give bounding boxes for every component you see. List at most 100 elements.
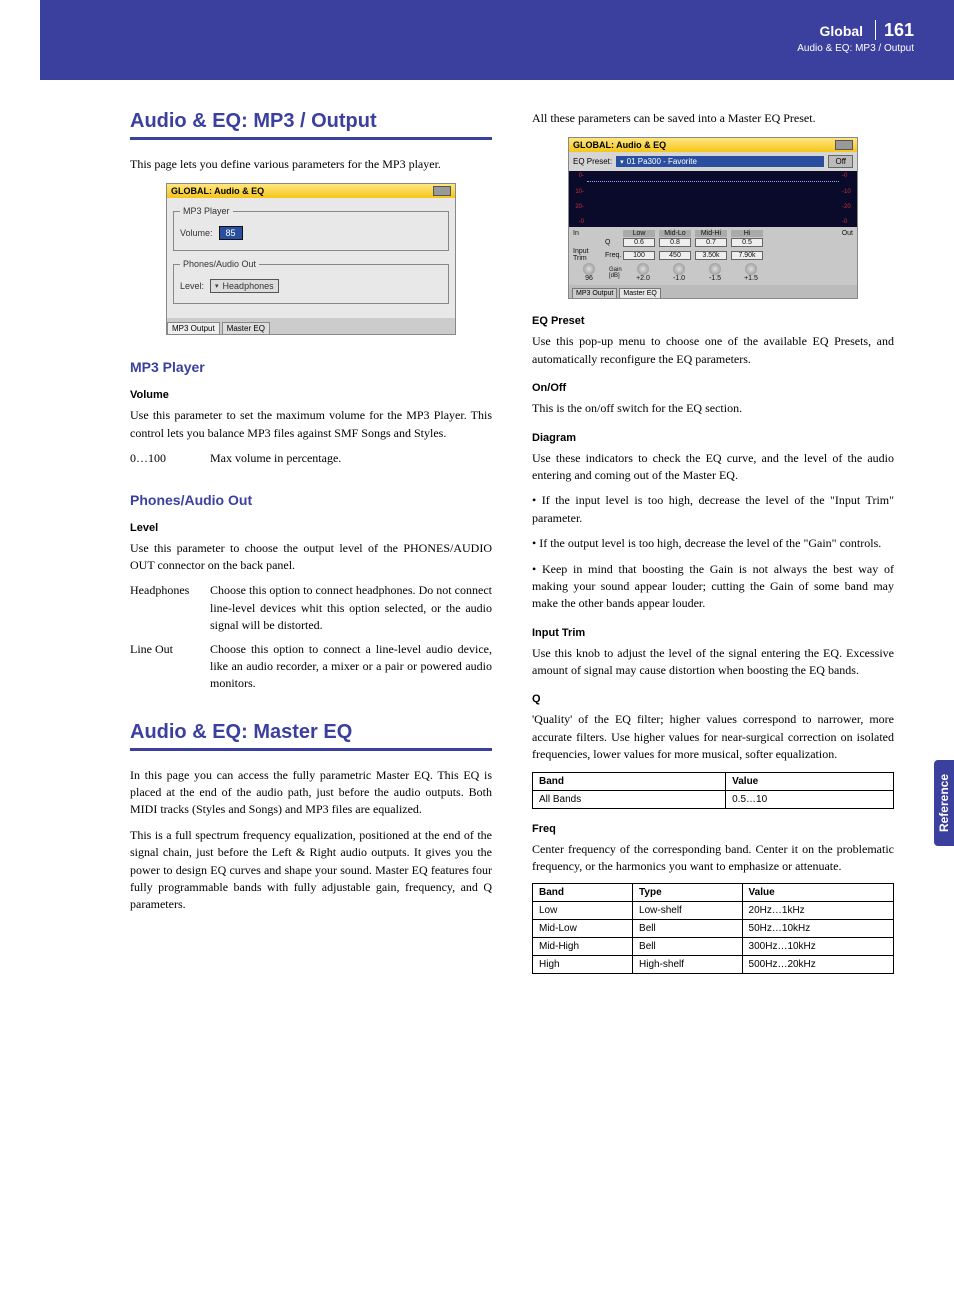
para-eq-preset: Use this pop-up menu to choose one of th…	[532, 333, 894, 368]
q-cell: 0.6	[623, 238, 655, 247]
col-hdr: Low	[623, 230, 655, 237]
bullet-d2: If the output level is too high, decreas…	[532, 535, 894, 552]
shot1-level-label: Level:	[180, 281, 204, 291]
shot1-volume-value: 85	[219, 226, 243, 240]
header-breadcrumb: Audio & EQ: MP3 / Output	[797, 43, 914, 54]
th: Value	[742, 884, 893, 902]
tick: -10	[842, 189, 856, 195]
subhead-level: Level	[130, 522, 492, 534]
knob-icon	[745, 263, 757, 275]
para-level: Use this parameter to choose the output …	[130, 540, 492, 575]
shot1-level-value: Headphones	[223, 281, 274, 291]
shot2-preset-label: EQ Preset:	[573, 157, 612, 166]
def-headphones-term: Headphones	[130, 582, 210, 634]
menu-icon	[433, 186, 451, 196]
td: Low	[533, 902, 633, 920]
para-master2: This is a full spectrum frequency equali…	[130, 827, 492, 914]
td: Bell	[633, 920, 743, 938]
header-crumb: Global 161 Audio & EQ: MP3 / Output	[797, 20, 914, 54]
td: Bell	[633, 938, 743, 956]
para-input-trim: Use this knob to adjust the level of the…	[532, 645, 894, 680]
q-cell: 0.8	[659, 238, 691, 247]
right-column: All these parameters can be saved into a…	[532, 110, 894, 988]
heading-rule	[130, 137, 492, 140]
q-cell: 0.5	[731, 238, 763, 247]
def-volume-def: Max volume in percentage.	[210, 450, 492, 467]
freq-cell: 100	[623, 251, 655, 260]
td: High-shelf	[633, 956, 743, 974]
td: 20Hz…1kHz	[742, 902, 893, 920]
tick: 20-	[570, 204, 584, 210]
knob-icon	[709, 263, 721, 275]
shot1-tab-mastereq: Master EQ	[222, 322, 270, 334]
menu-icon	[835, 140, 853, 150]
th: Band	[533, 772, 726, 790]
gain-val: -1.0	[673, 275, 685, 282]
subhead-input-trim: Input Trim	[532, 627, 894, 639]
trim-label: Input Trim	[573, 248, 601, 262]
para-diagram: Use these indicators to check the EQ cur…	[532, 450, 894, 485]
gain-val: +1.5	[744, 275, 758, 282]
subhead-freq: Freq	[532, 823, 894, 835]
shot2-off-button: Off	[828, 155, 853, 168]
para-volume: Use this parameter to set the maximum vo…	[130, 407, 492, 442]
para-q: 'Quality' of the EQ filter; higher value…	[532, 711, 894, 763]
subhead-onoff: On/Off	[532, 382, 894, 394]
screenshot-mp3-output: GLOBAL: Audio & EQ MP3 Player Volume: 85…	[166, 183, 456, 335]
col-hdr: Mid-Lo	[659, 230, 691, 237]
td: 500Hz…20kHz	[742, 956, 893, 974]
subhead-diagram: Diagram	[532, 432, 894, 444]
table-q: BandValue All Bands0.5…10	[532, 772, 894, 809]
heading-rule-2	[130, 748, 492, 751]
para-master1: In this page you can access the fully pa…	[130, 767, 492, 819]
heading-master-eq: Audio & EQ: Master EQ	[130, 721, 492, 744]
para-freq: Center frequency of the corresponding ba…	[532, 841, 894, 876]
para-onoff: This is the on/off switch for the EQ sec…	[532, 400, 894, 417]
freq-label: Freq.	[605, 252, 619, 259]
col-hdr: Mid-Hi	[695, 230, 727, 237]
tick: 10-	[570, 189, 584, 195]
td: All Bands	[533, 790, 726, 808]
header-banner: Global 161 Audio & EQ: MP3 / Output	[40, 0, 954, 80]
shot1-group1-legend: MP3 Player	[180, 206, 233, 216]
bullet-d3: Keep in mind that boosting the Gain is n…	[532, 561, 894, 613]
bullet-d1: If the input level is too high, decrease…	[532, 492, 894, 527]
gain-val: -1.5	[709, 275, 721, 282]
freq-cell: 450	[659, 251, 691, 260]
tick: -0	[570, 219, 584, 225]
th: Value	[726, 772, 894, 790]
shot2-eq-graph: 0- 10- 20- -0 -0 -10 -20 -0	[569, 171, 857, 227]
shot1-tab-mp3: MP3 Output	[167, 322, 220, 334]
td: 300Hz…10kHz	[742, 938, 893, 956]
gain-label: Gain [dB]	[609, 267, 623, 279]
table-freq: Band Type Value LowLow-shelf20Hz…1kHz Mi…	[532, 883, 894, 974]
knob-icon	[673, 263, 685, 275]
td: Low-shelf	[633, 902, 743, 920]
q-cell: 0.7	[695, 238, 727, 247]
q-label: Q	[605, 239, 619, 246]
shot2-tab-mastereq: Master EQ	[619, 288, 660, 298]
subhead-eq-preset: EQ Preset	[532, 315, 894, 327]
col-hdr: Hi	[731, 230, 763, 237]
shot2-title: GLOBAL: Audio & EQ	[573, 140, 666, 150]
td: High	[533, 956, 633, 974]
shot1-title: GLOBAL: Audio & EQ	[171, 186, 264, 196]
td: 0.5…10	[726, 790, 894, 808]
para-saved: All these parameters can be saved into a…	[532, 110, 894, 127]
tick: 0-	[570, 173, 584, 179]
shot2-in-label: In	[573, 230, 601, 237]
th: Band	[533, 884, 633, 902]
shot2-preset-value: 01 Pa300 - Favorite	[627, 157, 697, 166]
intro-text: This page lets you define various parame…	[130, 156, 492, 173]
tick: -20	[842, 204, 856, 210]
subhead-q: Q	[532, 693, 894, 705]
def-headphones-def: Choose this option to connect headphones…	[210, 582, 492, 634]
shot2-tab-mp3: MP3 Output	[572, 288, 617, 298]
gain-val: +2.0	[636, 275, 650, 282]
page-number: 161	[875, 20, 914, 40]
heading-mp3-output: Audio & EQ: MP3 / Output	[130, 110, 492, 133]
freq-cell: 7.90k	[731, 251, 763, 260]
header-section: Global	[820, 23, 864, 39]
shot2-out-label: Out	[842, 230, 853, 237]
def-volume-term: 0…100	[130, 450, 210, 467]
